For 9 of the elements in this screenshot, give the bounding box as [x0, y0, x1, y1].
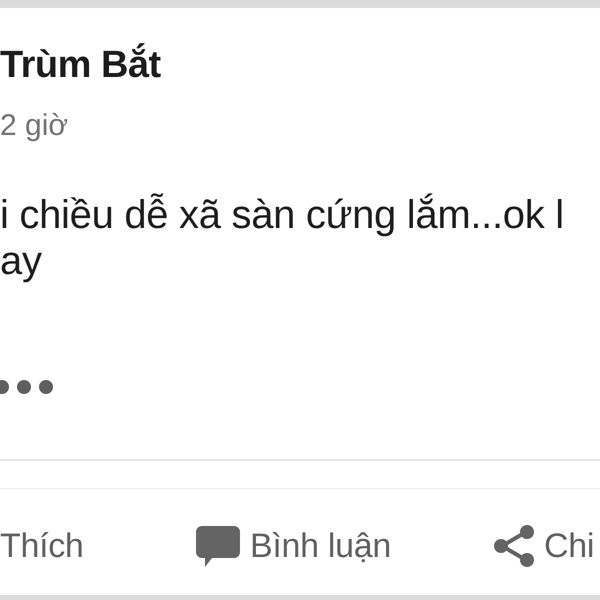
like-button[interactable]: Thích — [0, 525, 84, 567]
comment-button[interactable]: Bình luận — [196, 525, 391, 567]
post-time[interactable]: 2 giờ — [0, 108, 68, 144]
post-text: i chiều dễ xã sàn cứng lắm...ok l ay — [0, 192, 564, 284]
speech-bubble-icon — [196, 526, 240, 566]
share-button[interactable]: Chi — [494, 525, 594, 567]
share-icon — [494, 525, 534, 567]
author-name[interactable]: Trùm Bắt — [0, 42, 161, 88]
more-dots-icon[interactable] — [0, 380, 54, 394]
